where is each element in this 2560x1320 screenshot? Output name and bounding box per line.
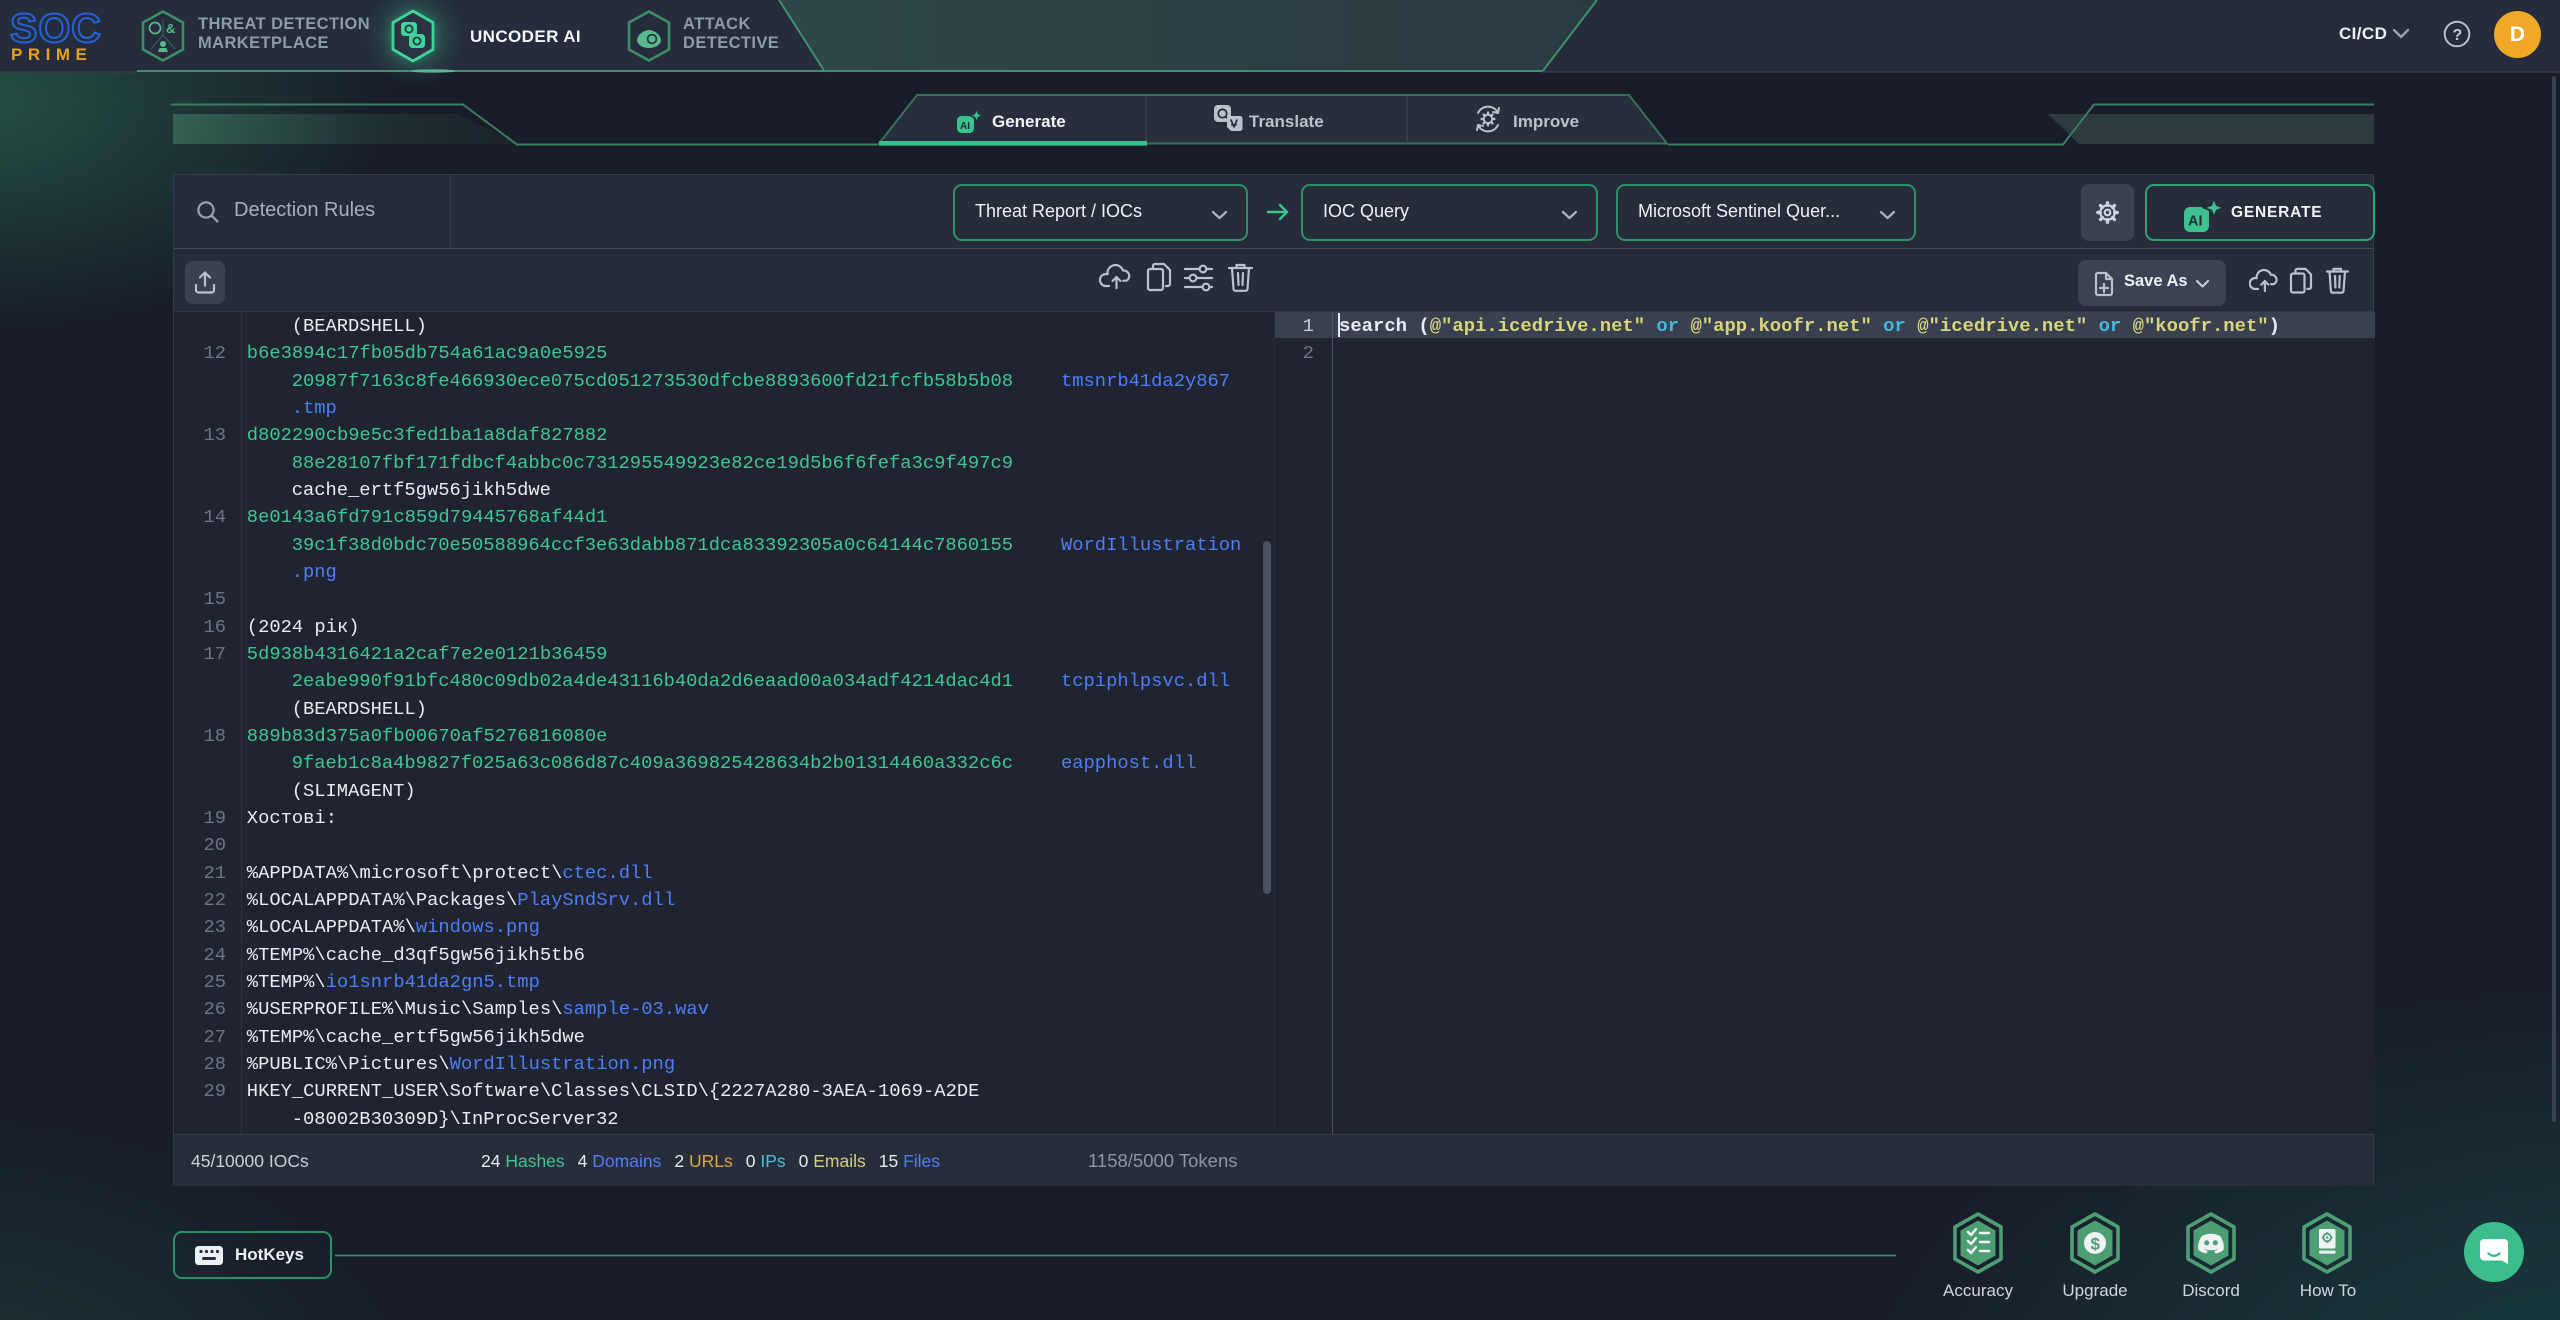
svg-text:AI: AI [2188,214,2203,230]
svg-text:?: ? [2453,27,2463,44]
svg-text:$: $ [2091,1235,2101,1254]
svg-text:AI: AI [960,121,970,132]
svg-text:PRIME: PRIME [11,45,92,64]
svg-text:&: & [166,21,175,36]
